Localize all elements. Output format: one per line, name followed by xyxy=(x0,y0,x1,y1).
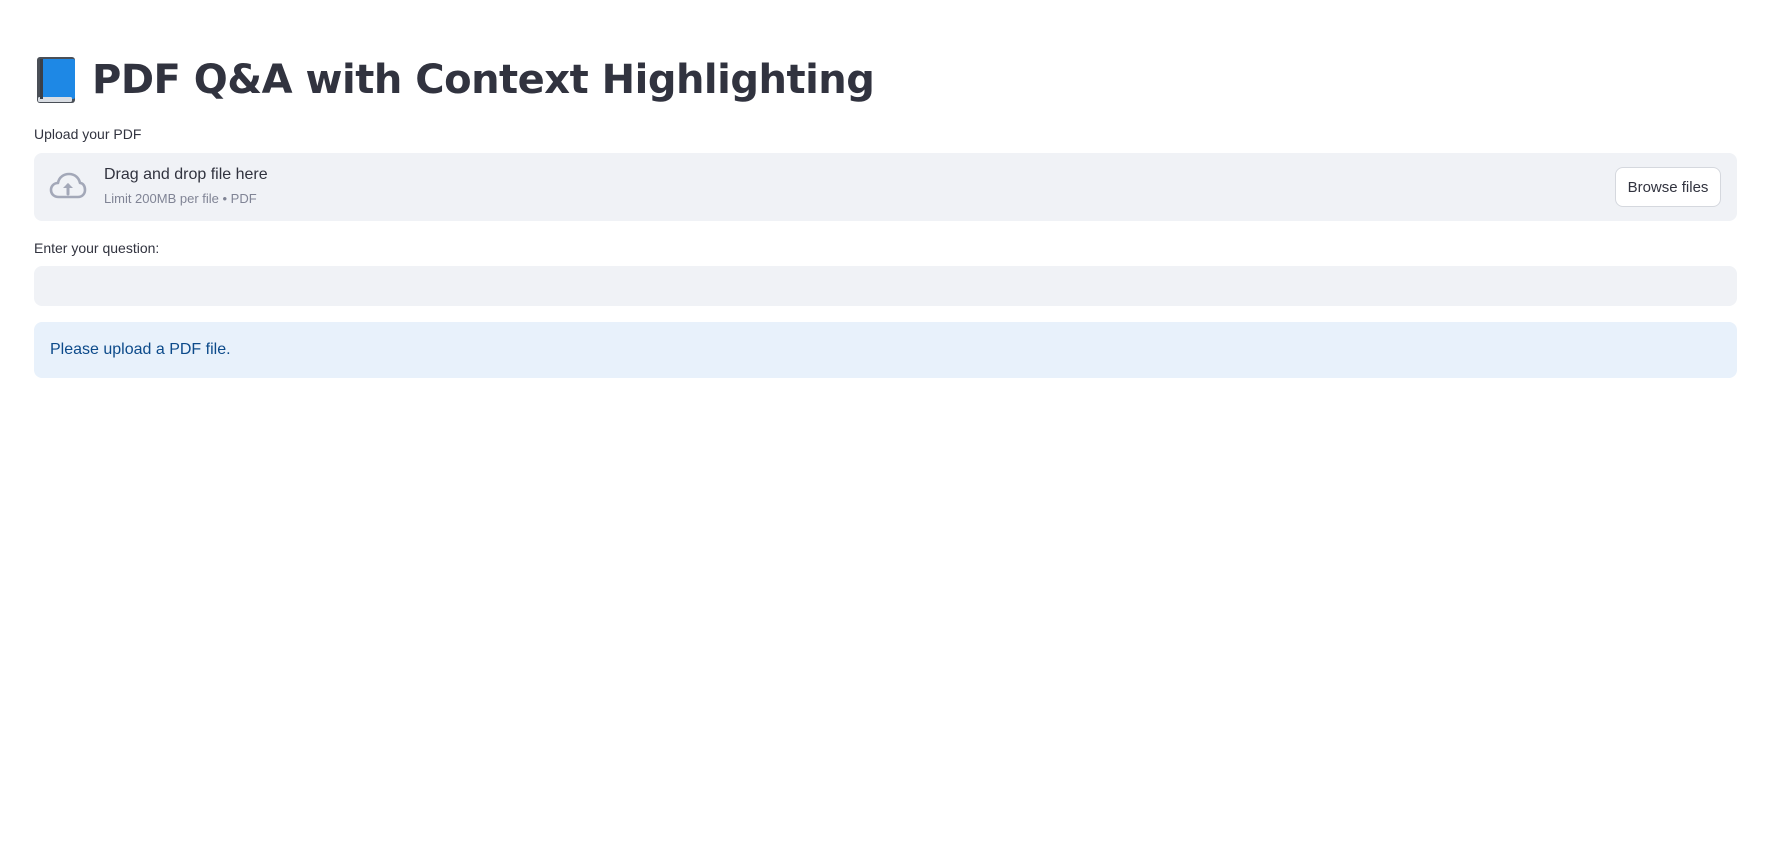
cloud-upload-icon xyxy=(49,170,87,204)
dropzone-instructions: Drag and drop file here xyxy=(104,166,268,183)
question-input[interactable] xyxy=(34,266,1737,306)
question-label: Enter your question: xyxy=(34,240,160,256)
info-message: Please upload a PDF file. xyxy=(50,341,231,358)
browse-files-button[interactable]: Browse files xyxy=(1615,167,1721,207)
info-alert: Please upload a PDF file. xyxy=(34,322,1737,378)
blue-book-icon xyxy=(34,55,80,105)
dropzone-limit-note: Limit 200MB per file • PDF xyxy=(104,191,257,206)
page-title-text: PDF Q&A with Context Highlighting xyxy=(92,57,875,103)
upload-label: Upload your PDF xyxy=(34,126,142,142)
file-dropzone[interactable]: Drag and drop file here Limit 200MB per … xyxy=(34,153,1737,221)
page-title: PDF Q&A with Context Highlighting xyxy=(34,52,875,108)
